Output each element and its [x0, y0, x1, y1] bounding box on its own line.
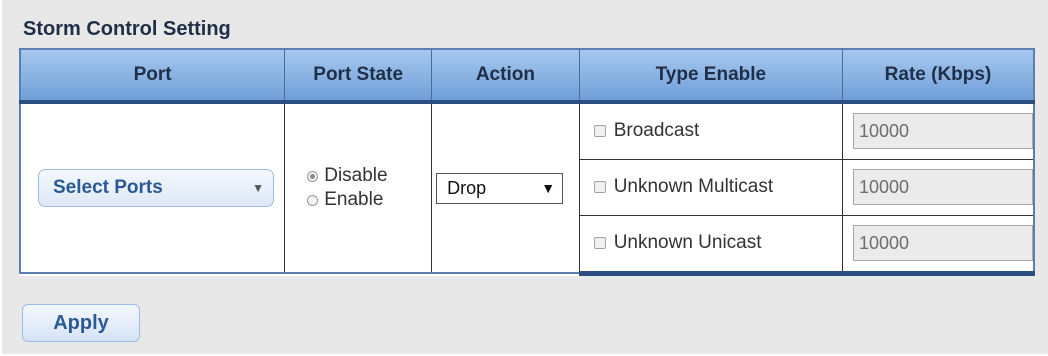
column-header-rate: Rate (Kbps) — [841, 48, 1035, 104]
rate-cell-unknown-unicast — [841, 214, 1035, 276]
table-header-row: Port Port State Action Type Enable Rate … — [19, 48, 1035, 104]
unknown-multicast-checkbox[interactable] — [593, 181, 606, 193]
unknown-unicast-checkbox[interactable] — [593, 237, 606, 249]
radio-disable-label: Disable — [324, 165, 388, 186]
radio-disable[interactable] — [307, 170, 319, 182]
type-cell-unknown-unicast: Unknown Unicast — [578, 214, 843, 276]
rate-cell-unknown-multicast — [841, 158, 1035, 216]
radio-enable-option[interactable]: Enable — [307, 188, 431, 212]
unknown-unicast-rate-input[interactable] — [852, 225, 1033, 261]
type-cell-broadcast: Broadcast — [578, 101, 843, 160]
broadcast-rate-input[interactable] — [852, 113, 1033, 150]
select-ports-label: Select Ports — [53, 177, 163, 198]
storm-control-panel: Storm Control Setting Port Port State Ac… — [0, 0, 1048, 354]
section-title: Storm Control Setting — [23, 18, 231, 40]
port-cell: Select Ports ▼ — [19, 101, 286, 274]
apply-button[interactable]: Apply — [22, 304, 140, 342]
action-cell: Drop ▼ — [431, 101, 580, 274]
storm-control-table: Port Port State Action Type Enable Rate … — [19, 48, 1035, 276]
unknown-multicast-label: Unknown Multicast — [613, 176, 774, 197]
column-header-port-state: Port State — [284, 48, 433, 104]
broadcast-checkbox[interactable] — [593, 125, 606, 138]
column-header-port: Port — [19, 48, 286, 104]
column-header-type-enable: Type Enable — [578, 48, 843, 104]
broadcast-label: Broadcast — [613, 120, 700, 142]
dropdown-arrow-icon: ▼ — [541, 180, 556, 196]
column-header-action: Action — [431, 48, 580, 104]
action-select[interactable]: Drop ▼ — [436, 172, 564, 204]
action-selected-value: Drop — [447, 177, 487, 198]
port-state-cell: Disable Enable — [284, 101, 433, 274]
chevron-down-icon: ▼ — [252, 181, 264, 195]
radio-enable-label: Enable — [324, 189, 384, 210]
type-cell-unknown-multicast: Unknown Multicast — [578, 158, 843, 216]
unknown-unicast-label: Unknown Unicast — [613, 232, 762, 253]
unknown-multicast-rate-input[interactable] — [852, 169, 1033, 205]
select-ports-dropdown[interactable]: Select Ports ▼ — [38, 169, 274, 207]
table-row: Select Ports ▼ Disable Enable Drop ▼ Bro… — [19, 101, 1035, 274]
radio-disable-option[interactable]: Disable — [307, 164, 431, 188]
rate-cell-broadcast — [841, 101, 1035, 160]
radio-enable[interactable] — [307, 194, 319, 206]
